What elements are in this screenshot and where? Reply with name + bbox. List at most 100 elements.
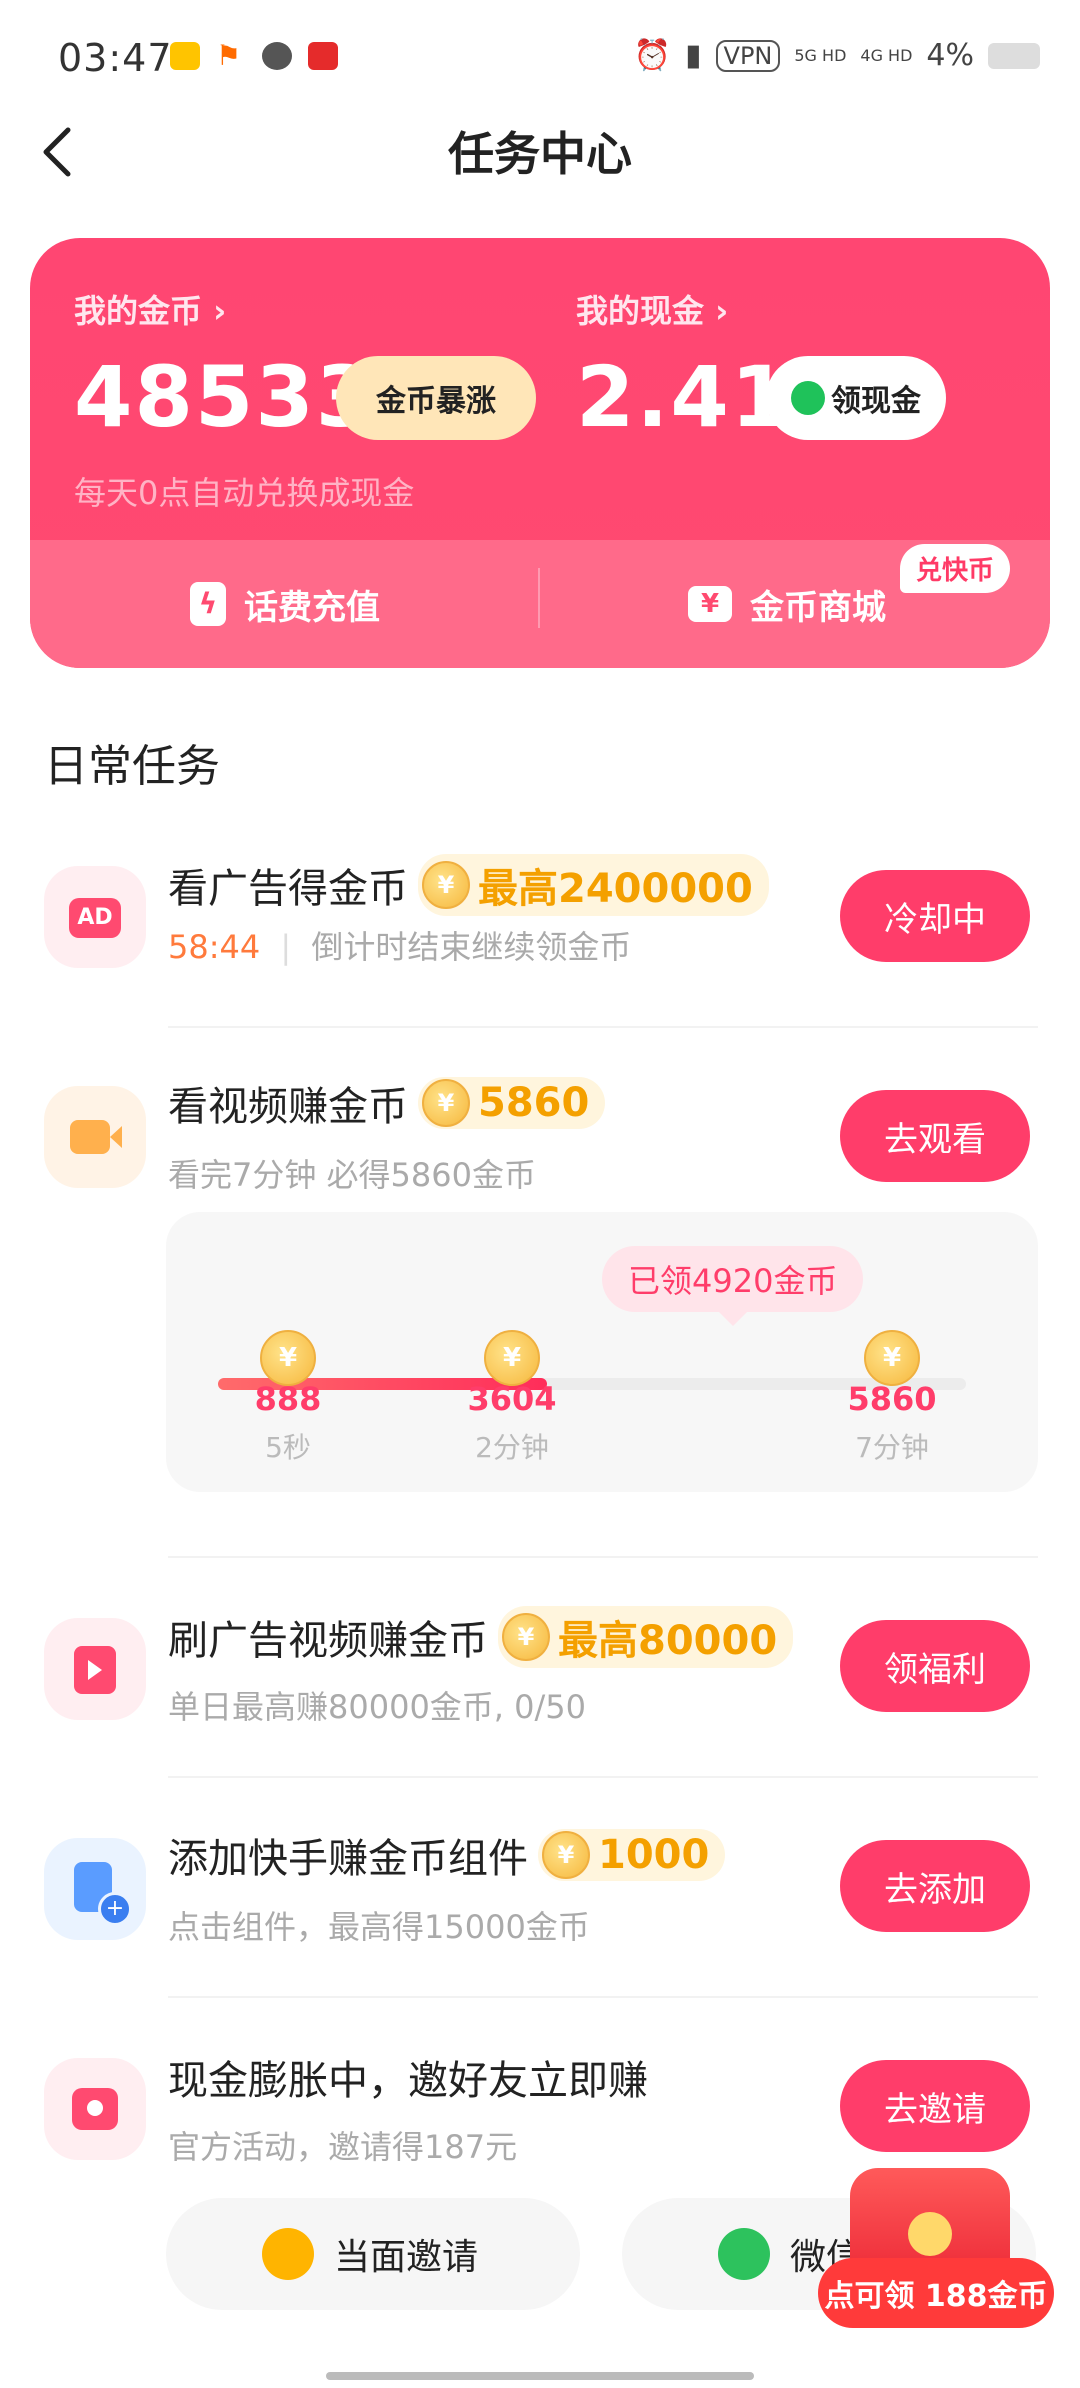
my-cash-label: 我的现金 — [576, 292, 705, 330]
coins-boost-label: 金币暴涨 — [376, 384, 496, 419]
reward-tag: ¥1000 — [538, 1829, 726, 1881]
phone-recharge-button[interactable]: ϟ 话费充值 — [190, 540, 380, 668]
reward-value: 最高2400000 — [478, 866, 753, 912]
daily-tasks-title: 日常任务 — [44, 741, 220, 792]
withdraw-cash-label: 领现金 — [831, 384, 921, 419]
row-divider — [168, 1026, 1038, 1028]
my-coins-label: 我的金币 — [74, 292, 203, 330]
vibrate-icon: ▮ — [685, 38, 702, 73]
reward-value: 1000 — [598, 1832, 710, 1878]
milestone-label: 2分钟 — [475, 1431, 549, 1464]
battery-icon — [988, 42, 1040, 69]
notification-icons: ⚑ — [170, 42, 338, 70]
exchange-note: 每天0点自动兑换成现金 — [74, 474, 415, 512]
reward-tag: ¥5860 — [418, 1077, 606, 1129]
footer-divider — [538, 568, 540, 628]
milestone-value: 5860 — [847, 1380, 937, 1418]
ad-icon: AD — [69, 898, 121, 938]
countdown: 58:44 — [168, 928, 261, 966]
chat-icon — [262, 42, 292, 70]
my-coins-link[interactable]: 我的金币 › — [74, 286, 226, 332]
task-subtitle: 58:44 | 倒计时结束继续领金币 — [168, 922, 631, 968]
play-video-icon — [74, 1646, 116, 1694]
task-title: 看视频赚金币 ¥5860 — [168, 1074, 606, 1132]
row-divider — [168, 1996, 1038, 1998]
face-to-face-label: 当面邀请 — [334, 2237, 479, 2278]
coins-value: 48533 — [74, 348, 377, 446]
vpn-badge: VPN — [715, 39, 781, 72]
task-title-text: 看视频赚金币 — [168, 1084, 408, 1130]
lightning-icon: ϟ — [190, 582, 226, 626]
claimed-bubble: 已领4920金币 — [602, 1246, 864, 1326]
task-title-text: 看广告得金币 — [168, 866, 408, 912]
wechat-icon — [718, 2228, 770, 2280]
coin-stack-icon: ¥ — [864, 1330, 920, 1386]
milestone-label: 7分钟 — [855, 1431, 929, 1464]
cooldown-button[interactable]: 冷却中 — [840, 870, 1030, 962]
alarm-icon: ⏰ — [633, 38, 672, 73]
floating-claim-button[interactable]: 点可领 188金币 — [818, 2258, 1054, 2328]
task-subtitle: 点击组件，最高得15000金币 — [168, 1908, 590, 1946]
task-subtitle: 单日最高赚80000金币, 0/50 — [168, 1688, 587, 1726]
coin-stack-icon: ¥ — [260, 1330, 316, 1386]
phone-recharge-label: 话费充值 — [244, 587, 380, 628]
coin-icon: ¥ — [422, 1079, 470, 1127]
milestone: ¥ 888 5秒 — [218, 1330, 358, 1466]
reward-value: 最高80000 — [558, 1618, 778, 1664]
home-indicator — [326, 2372, 754, 2380]
coin-icon — [908, 2212, 952, 2256]
claim-benefit-button[interactable]: 领福利 — [840, 1620, 1030, 1712]
invite-button[interactable]: 去邀请 — [840, 2060, 1030, 2152]
wallet-card: 我的金币 › 48533 金币暴涨 我的现金 › 2.41 领现金 每天0点自动… — [30, 238, 1050, 668]
ticket-icon: ¥ — [688, 586, 732, 622]
watch-button[interactable]: 去观看 — [840, 1090, 1030, 1182]
coin-mall-button[interactable]: ¥ 金币商城 — [688, 540, 886, 668]
plus-icon: + — [98, 1892, 132, 1926]
my-cash-link[interactable]: 我的现金 › — [576, 286, 728, 332]
signal-5g: 5G HD — [794, 46, 847, 65]
row-divider — [168, 1776, 1038, 1778]
wechat-icon — [791, 381, 825, 415]
camera-lens-icon — [110, 1126, 122, 1148]
task-subtitle-text: 倒计时结束继续领金币 — [311, 928, 632, 966]
chevron-right-icon: › — [715, 292, 729, 330]
status-time: 03:47 — [58, 36, 173, 80]
task-title: 添加快手赚金币组件 ¥1000 — [168, 1826, 726, 1884]
milestone: ¥ 5860 7分钟 — [822, 1330, 962, 1466]
task-title: 看广告得金币 ¥ 最高2400000 — [168, 854, 769, 916]
battery-text: 4% — [926, 38, 974, 73]
video-progress-panel: 已领4920金币 ¥ 888 5秒 ¥ 3604 2分钟 ¥ 5860 7分钟 — [166, 1212, 1038, 1492]
meituan-icon — [170, 42, 200, 70]
milestone-label: 5秒 — [265, 1431, 311, 1464]
reward-tag: ¥ 最高80000 — [498, 1606, 794, 1668]
video-camera-icon — [70, 1120, 110, 1154]
runner-icon: ⚑ — [216, 39, 242, 72]
coin-icon: ¥ — [542, 1831, 590, 1879]
card-footer: ϟ 话费充值 ¥ 金币商城 — [30, 540, 1050, 668]
face-to-face-invite-button[interactable]: 当面邀请 — [166, 2198, 580, 2310]
signal-4g: 4G HD — [860, 46, 913, 65]
coin-icon: ¥ — [422, 861, 470, 909]
milestone-value: 3604 — [467, 1380, 557, 1418]
exchange-badge: 兑快币 — [899, 544, 1010, 593]
ad-task-icon: AD — [44, 866, 146, 968]
divider-bar: | — [280, 928, 292, 966]
milestone: ¥ 3604 2分钟 — [442, 1330, 582, 1466]
reward-tag: ¥ 最高2400000 — [418, 854, 769, 916]
task-subtitle: 看完7分钟 必得5860金币 — [168, 1156, 536, 1194]
reward-value: 5860 — [478, 1080, 590, 1126]
status-bar: 03:47 ⚑ ⏰ ▮ VPN 5G HD 4G HD 4% — [0, 0, 1080, 110]
task-title: 现金膨胀中，邀好友立即赚 — [168, 2058, 648, 2104]
row-divider — [168, 1556, 1038, 1558]
video-task-icon — [44, 1086, 146, 1188]
invite-task-icon — [44, 2058, 146, 2160]
envelope-seal-icon — [87, 2100, 103, 2116]
add-widget-button[interactable]: 去添加 — [840, 1840, 1030, 1932]
task-subtitle: 官方活动，邀请得187元 — [168, 2128, 518, 2166]
app-icon — [308, 42, 338, 70]
widget-task-icon: + — [44, 1838, 146, 1940]
withdraw-cash-button[interactable]: 领现金 — [766, 356, 946, 440]
coins-boost-pill[interactable]: 金币暴涨 — [336, 356, 536, 440]
page-title: 任务中心 — [448, 127, 632, 181]
ad-video-task-icon — [44, 1618, 146, 1720]
